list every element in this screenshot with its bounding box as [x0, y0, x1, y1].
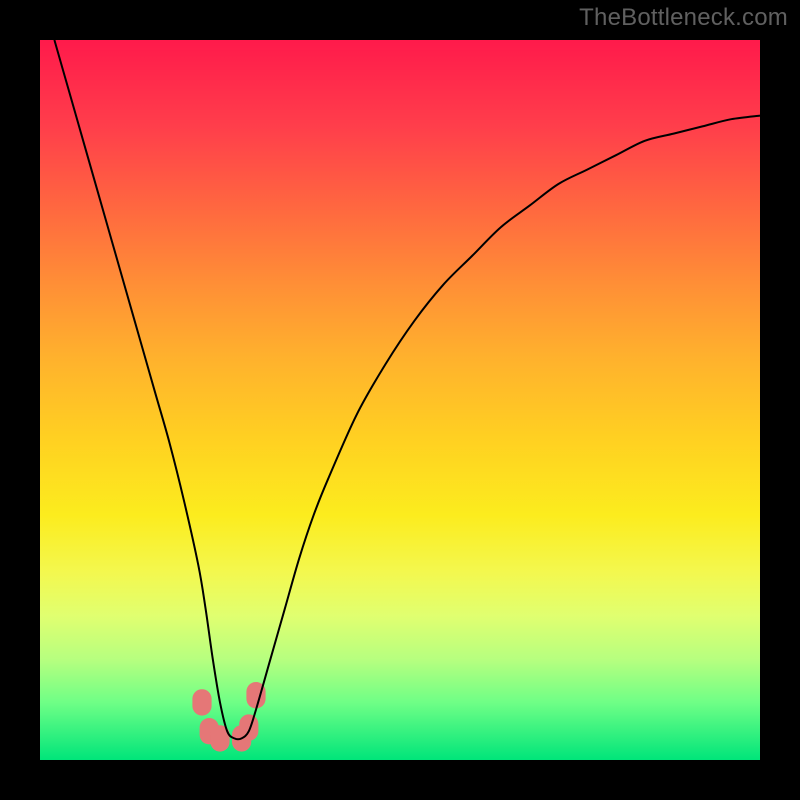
plot-svg [40, 40, 760, 760]
chart-stage: TheBottleneck.com [0, 0, 800, 800]
plot-area [40, 40, 760, 760]
bottleneck-curve [54, 40, 760, 739]
watermark-text: TheBottleneck.com [579, 4, 788, 32]
marker-left-knee [192, 689, 211, 715]
marker-right-base [239, 714, 258, 740]
